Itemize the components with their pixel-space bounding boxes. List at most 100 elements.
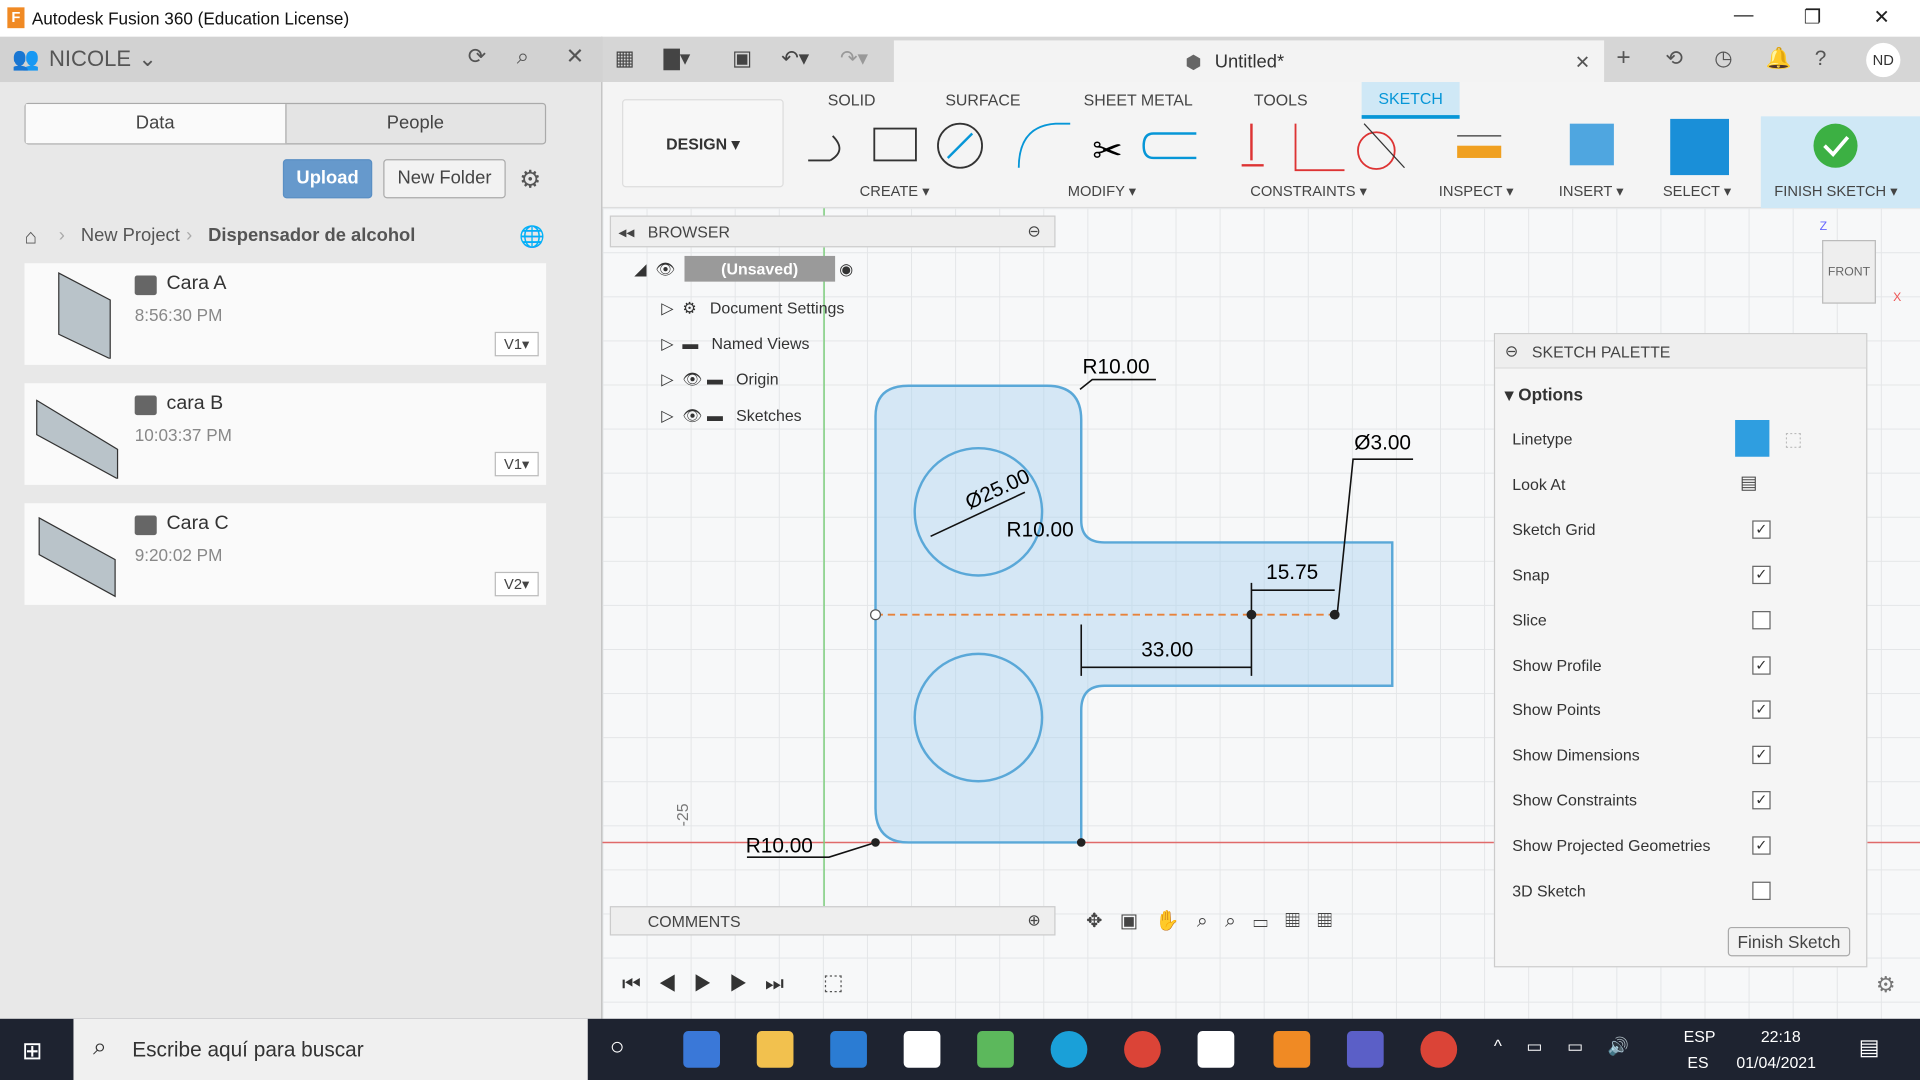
system-tray[interactable]: ^▭▭🔊: [1494, 1036, 1654, 1057]
minimize-panel-icon[interactable]: ⊖: [1027, 222, 1040, 242]
insert-menu[interactable]: INSERT ▾: [1559, 182, 1624, 199]
palette-checkbox[interactable]: [1752, 610, 1771, 629]
timeline-controls[interactable]: ⏮◀▶▶⏭: [622, 972, 801, 996]
viewcube[interactable]: FRONT: [1822, 240, 1876, 304]
redo-icon[interactable]: ↷▾: [840, 47, 868, 71]
windows-start-icon[interactable]: ⊞: [22, 1036, 43, 1067]
mail-icon[interactable]: [830, 1031, 867, 1068]
file-explorer-icon[interactable]: [756, 1031, 794, 1068]
inspect-menu[interactable]: INSPECT ▾: [1439, 182, 1514, 199]
globe-icon[interactable]: 🌐: [519, 225, 545, 249]
tab-sheet-metal[interactable]: SHEET METAL: [1084, 91, 1193, 109]
palette-checkbox[interactable]: ✓: [1752, 565, 1771, 584]
home-icon[interactable]: ⌂: [24, 225, 37, 249]
dimension-diameter-3[interactable]: Ø3.00: [1354, 431, 1411, 455]
taskbar-search[interactable]: ⌕ Escribe aquí para buscar: [73, 1018, 588, 1080]
help-icon[interactable]: ?: [1815, 47, 1827, 71]
avatar[interactable]: ND: [1866, 42, 1901, 78]
tab-tools[interactable]: TOOLS: [1254, 91, 1308, 109]
list-item[interactable]: cara B 10:03:37 PM V1▾: [24, 383, 547, 485]
list-item[interactable]: Cara A 8:56:30 PM V1▾: [24, 263, 547, 365]
save-icon[interactable]: ▣: [732, 47, 752, 71]
clock-time[interactable]: 22:18: [1761, 1027, 1801, 1045]
palette-checkbox[interactable]: [1752, 881, 1771, 901]
add-comment-icon[interactable]: ⊕: [1027, 911, 1040, 931]
select-menu[interactable]: SELECT ▾: [1663, 182, 1731, 199]
browser-item-sketches[interactable]: ▷ 👁 ▬ Sketches: [661, 407, 801, 427]
file-icon[interactable]: ▇▾: [664, 47, 690, 71]
create-menu[interactable]: CREATE ▾: [860, 182, 930, 199]
version-badge[interactable]: V1▾: [494, 451, 539, 477]
palette-checkbox[interactable]: ✓: [1752, 520, 1771, 539]
tab-solid[interactable]: SOLID: [828, 91, 876, 109]
palette-checkbox[interactable]: ✓: [1752, 836, 1771, 855]
finish-sketch-menu[interactable]: FINISH SKETCH ▾: [1774, 182, 1897, 199]
palette-checkbox[interactable]: ✓: [1752, 700, 1771, 720]
collapse-icon[interactable]: ◂◂: [618, 223, 634, 243]
linetype-centerline-button[interactable]: ⬚: [1784, 427, 1803, 451]
chrome-icon[interactable]: [1420, 1031, 1458, 1068]
keyboard-indicator[interactable]: ES: [1687, 1053, 1708, 1071]
app-icon[interactable]: [1197, 1031, 1235, 1068]
notifications-center-icon[interactable]: ▤: [1859, 1035, 1880, 1061]
task-view-icon[interactable]: ○: [610, 1033, 625, 1061]
close-tab-icon[interactable]: ✕: [1575, 51, 1590, 74]
app-icon[interactable]: [977, 1031, 1014, 1068]
palette-checkbox[interactable]: ✓: [1752, 746, 1771, 765]
browser-root[interactable]: ◢ 👁 (Unsaved) ◉: [634, 255, 853, 282]
close-icon[interactable]: ✕: [566, 44, 584, 70]
search-icon[interactable]: ⌕: [517, 44, 529, 70]
store-icon[interactable]: [683, 1031, 721, 1068]
gear-icon[interactable]: ⚙: [519, 164, 541, 195]
amazon-icon[interactable]: [903, 1031, 941, 1068]
dimension-15-75[interactable]: 15.75: [1266, 561, 1318, 585]
dimension-radius-inner[interactable]: R10.00: [1007, 518, 1074, 542]
notifications-icon[interactable]: 🔔: [1766, 47, 1792, 71]
workspace-switcher[interactable]: DESIGN ▾: [622, 99, 784, 188]
dimension-33[interactable]: 33.00: [1141, 638, 1193, 662]
language-indicator[interactable]: ESP: [1684, 1027, 1716, 1045]
undo-icon[interactable]: ↶▾: [781, 47, 809, 71]
clock-date[interactable]: 01/04/2021: [1736, 1053, 1816, 1071]
browser-item-named-views[interactable]: ▷ ▬ Named Views: [661, 334, 809, 354]
extensions-icon[interactable]: ⟲: [1665, 47, 1682, 71]
finish-sketch-button[interactable]: Finish Sketch: [1727, 926, 1851, 957]
fusion-taskbar-icon[interactable]: [1273, 1031, 1311, 1068]
palette-checkbox[interactable]: ✓: [1752, 655, 1771, 675]
tab-surface[interactable]: SURFACE: [945, 91, 1020, 109]
timeline-settings-icon[interactable]: ⚙: [1876, 972, 1896, 998]
new-folder-button[interactable]: New Folder: [383, 159, 506, 199]
job-status-icon[interactable]: ◷: [1714, 47, 1732, 71]
minimize-palette-icon[interactable]: ⊖: [1505, 342, 1518, 362]
version-badge[interactable]: V1▾: [494, 331, 539, 357]
breadcrumb-project[interactable]: New Project: [81, 225, 180, 246]
apps-grid-icon[interactable]: ▦: [615, 47, 635, 71]
chevron-down-icon[interactable]: ⌄: [138, 47, 156, 73]
teams-icon[interactable]: [1346, 1031, 1384, 1068]
document-tab[interactable]: ⬢ Untitled* ✕: [893, 40, 1605, 83]
edge-icon[interactable]: [1050, 1031, 1088, 1068]
minimize-button[interactable]: —: [1734, 5, 1754, 27]
upload-button[interactable]: Upload: [282, 159, 373, 199]
look-at-icon[interactable]: ▤: [1740, 471, 1757, 494]
linetype-construction-button[interactable]: [1735, 420, 1770, 457]
tab-data[interactable]: Data: [25, 104, 286, 144]
version-badge[interactable]: V2▾: [494, 571, 539, 597]
new-tab-icon[interactable]: +: [1616, 44, 1630, 72]
options-section[interactable]: ▾ Options: [1505, 384, 1583, 405]
browser-item-document-settings[interactable]: ▷ ⚙ Document Settings: [661, 299, 844, 319]
user-dropdown[interactable]: NICOLE: [49, 47, 131, 73]
chrome-icon[interactable]: [1124, 1031, 1161, 1068]
refresh-icon[interactable]: ⟳: [468, 44, 486, 70]
browser-item-origin[interactable]: ▷ 👁 ▬ Origin: [661, 370, 778, 390]
dimension-radius-bottom[interactable]: R10.00: [746, 834, 813, 858]
list-item[interactable]: Cara C 9:20:02 PM V2▾: [24, 503, 547, 605]
close-button[interactable]: ✕: [1873, 5, 1889, 29]
constraints-menu[interactable]: CONSTRAINTS ▾: [1250, 182, 1367, 199]
restore-button[interactable]: ❐: [1804, 5, 1822, 29]
modify-menu[interactable]: MODIFY ▾: [1068, 182, 1136, 199]
navigation-toolbar[interactable]: ✥▣✋⌕⌕▭▦▦: [1086, 909, 1349, 933]
dimension-radius-top[interactable]: R10.00: [1082, 355, 1149, 379]
timeline-sketch-icon[interactable]: ⬚: [823, 970, 844, 996]
tab-people[interactable]: People: [286, 104, 545, 143]
